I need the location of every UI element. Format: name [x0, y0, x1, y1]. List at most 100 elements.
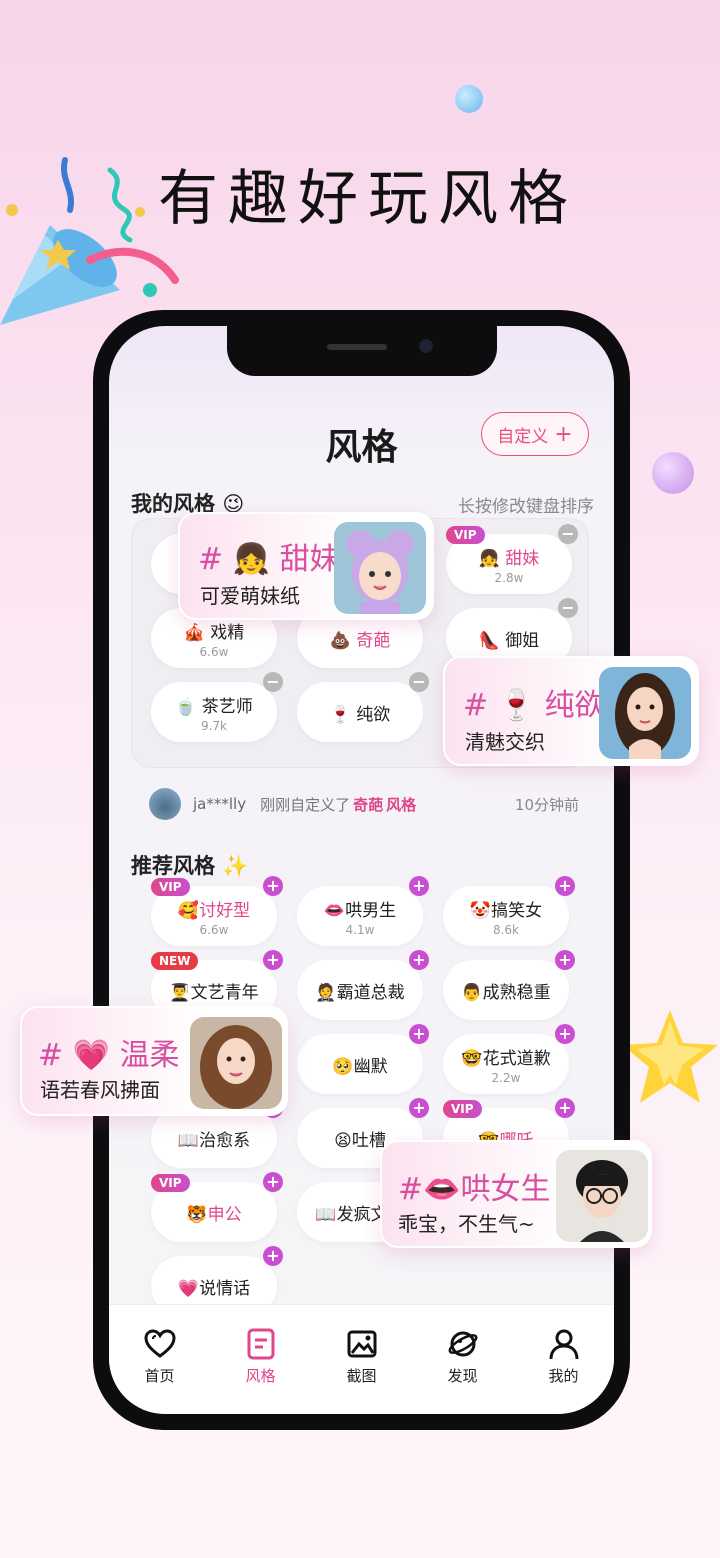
new-badge: NEW	[151, 952, 199, 970]
tab-discover-label: 发现	[447, 1367, 478, 1385]
add-style-icon[interactable]: +	[555, 1024, 575, 1044]
remove-style-icon[interactable]: −	[409, 672, 429, 692]
vip-badge: VIP	[443, 1100, 482, 1118]
style-chip-name: 🥺幽默	[332, 1056, 388, 1077]
add-style-icon[interactable]: +	[263, 950, 283, 970]
style-chip-name: 🍵 茶艺师	[175, 696, 253, 717]
star-decor-icon	[622, 1010, 718, 1103]
decor-purple-ball	[652, 452, 694, 494]
tab-home[interactable]: 首页	[120, 1327, 200, 1414]
style-chip-count: 2.8w	[494, 570, 524, 585]
tab-screenshot[interactable]: 截图	[322, 1327, 402, 1414]
style-chip-count: 4.1w	[345, 922, 375, 937]
tab-mine-label: 我的	[548, 1367, 579, 1385]
style-chip[interactable]: 🐯申公 VIP +	[151, 1172, 283, 1242]
float-card-wenrou: # 💗 温柔 语若春风拂面	[20, 1006, 288, 1116]
style-chip-count: 6.6w	[199, 922, 229, 937]
style-chip[interactable]: 🥰讨好型 6.6w VIP +	[151, 876, 283, 946]
remove-style-icon[interactable]: −	[558, 524, 578, 544]
activity-feed: ja***lly 刚刚自定义了 奇葩 风格 10分钟前	[149, 788, 579, 820]
custom-style-button[interactable]: 自定义 +	[481, 412, 589, 456]
tab-screenshot-label: 截图	[346, 1367, 377, 1385]
style-chip[interactable]: 🤓花式道歉 2.2w +	[443, 1024, 575, 1094]
float-card-title: # 🍷 纯欲	[463, 688, 605, 723]
glasses-boy-portrait	[556, 1150, 648, 1242]
add-style-icon[interactable]: +	[263, 1172, 283, 1192]
phone-notch	[227, 326, 497, 376]
add-style-icon[interactable]: +	[263, 1246, 283, 1266]
style-chip-name: 👠 御姐	[478, 630, 540, 651]
style-chip[interactable]: 🤵霸道总裁 +	[297, 950, 429, 1020]
tab-style[interactable]: 风格	[221, 1327, 301, 1414]
float-card-title: # 💗 温柔	[38, 1038, 180, 1073]
style-chip-name: 👄哄男生	[323, 900, 397, 921]
custom-button-label: 自定义	[497, 426, 549, 447]
float-card-hongnvsheng: #👄哄女生 乖宝，不生气~	[380, 1140, 652, 1248]
style-chip-name: 🤡搞笑女	[469, 900, 543, 921]
image-icon	[347, 1330, 376, 1358]
add-style-icon[interactable]: +	[409, 876, 429, 896]
style-chip[interactable]: 🥺幽默 +	[297, 1024, 429, 1094]
add-style-icon[interactable]: +	[263, 876, 283, 896]
heart-icon	[143, 1329, 176, 1358]
style-chip-name: 💩 奇葩	[329, 630, 391, 651]
style-chip-name: 👧 甜妹	[478, 548, 540, 569]
activity-user: ja***lly	[193, 795, 247, 813]
float-card-chunyu: # 🍷 纯欲 清魅交织	[443, 656, 699, 766]
add-style-icon[interactable]: +	[409, 1098, 429, 1118]
vip-badge: VIP	[151, 1174, 190, 1192]
float-card-subtitle: 可爱萌妹纸	[200, 584, 300, 608]
decor-blue-ball	[455, 85, 483, 113]
vip-badge: VIP	[151, 878, 190, 896]
avatar	[149, 788, 181, 820]
phone-screen: 风格 自定义 + 我的风格 😉 长按修改键盘排序 👧 甜妹 2.8w VIP − 🎪 戏…	[109, 326, 614, 1414]
bookmark-doc-icon	[247, 1328, 274, 1360]
remove-style-icon[interactable]: −	[263, 672, 283, 692]
curly-hair-woman-portrait	[190, 1017, 282, 1109]
style-chip-count: 2.2w	[491, 1070, 521, 1085]
long-hair-woman-portrait	[599, 667, 691, 759]
style-chip-name: 🎪 戏精	[183, 622, 245, 643]
style-chip[interactable]: 👄哄男生 4.1w +	[297, 876, 429, 946]
style-chip-count: 6.6w	[199, 644, 229, 659]
float-card-tianmei: # 👧 甜妹 可爱萌妹纸	[178, 512, 434, 620]
purple-hair-girl-portrait	[334, 522, 426, 614]
style-chip-name: 😫吐槽	[334, 1130, 386, 1151]
float-card-title: # 👧 甜妹	[198, 542, 340, 577]
style-chip-name: 🍷 纯欲	[329, 704, 391, 725]
style-chip-name: 🤵霸道总裁	[315, 982, 405, 1003]
style-chip[interactable]: 🤡搞笑女 8.6k +	[443, 876, 575, 946]
style-chip[interactable]: 📖治愈系+	[151, 1098, 283, 1168]
float-card-title: #👄哄女生	[398, 1172, 551, 1207]
activity-suffix: 风格	[386, 795, 417, 814]
add-style-icon[interactable]: +	[555, 950, 575, 970]
float-card-subtitle: 语若春风拂面	[40, 1078, 160, 1102]
add-style-icon[interactable]: +	[555, 876, 575, 896]
style-chip[interactable]: 👧 甜妹 2.8w VIP −	[446, 524, 578, 594]
style-chip-name: 👨成熟稳重	[461, 982, 551, 1003]
tab-mine[interactable]: 我的	[524, 1327, 604, 1414]
style-chip[interactable]: 🍵 茶艺师 9.7k −	[151, 672, 283, 742]
tab-discover[interactable]: 发现	[423, 1327, 503, 1414]
bottom-tab-bar: 首页 风格 截图 发现 我的	[109, 1304, 614, 1414]
style-chip-name: 💗说情话	[177, 1278, 251, 1299]
vip-badge: VIP	[446, 526, 485, 544]
camera	[419, 339, 433, 353]
style-chip-name: 🥰讨好型	[177, 900, 251, 921]
tab-style-label: 风格	[245, 1367, 276, 1385]
phone-frame: 风格 自定义 + 我的风格 😉 长按修改键盘排序 👧 甜妹 2.8w VIP − 🎪 戏…	[93, 310, 630, 1430]
add-style-icon[interactable]: +	[409, 950, 429, 970]
planet-icon	[448, 1331, 477, 1357]
add-style-icon[interactable]: +	[555, 1098, 575, 1118]
activity-text: 刚刚自定义了	[260, 795, 351, 814]
style-chip[interactable]: 👨成熟稳重 +	[443, 950, 575, 1020]
style-chip-count: 8.6k	[492, 922, 520, 937]
style-chip-name: 👨‍🎓文艺青年	[169, 982, 259, 1003]
style-chip-name: 🐯申公	[186, 1204, 242, 1225]
activity-style[interactable]: 奇葩	[353, 794, 383, 815]
add-style-icon[interactable]: +	[409, 1024, 429, 1044]
promo-headline: 有趣好玩风格	[158, 164, 578, 234]
remove-style-icon[interactable]: −	[558, 598, 578, 618]
style-chip-name: 🤓花式道歉	[461, 1048, 551, 1069]
style-chip[interactable]: 🍷 纯欲 −	[297, 672, 429, 742]
